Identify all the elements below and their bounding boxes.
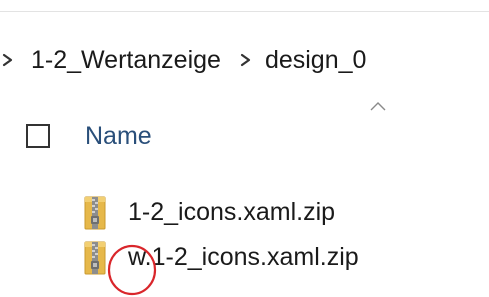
chevron-right-icon[interactable] xyxy=(0,40,19,80)
file-row-w-icons-xaml-zip[interactable]: w.1-2_icons.xaml.zip xyxy=(84,235,359,280)
column-header-row: Name xyxy=(26,118,152,154)
zip-folder-icon xyxy=(84,241,106,275)
file-list: 1-2_icons.xaml.zip w.1-2_icons.xaml.zip xyxy=(84,190,359,280)
sort-ascending-icon xyxy=(370,102,386,111)
file-name: 1-2_icons.xaml.zip xyxy=(128,198,336,226)
breadcrumb-item-wertanzeige[interactable]: 1-2_Wertanzeige xyxy=(29,46,223,75)
file-name: w.1-2_icons.xaml.zip xyxy=(128,243,359,271)
column-header-name[interactable]: Name xyxy=(85,122,152,151)
file-row-icons-xaml-zip[interactable]: 1-2_icons.xaml.zip xyxy=(84,190,359,235)
breadcrumb-item-design-0[interactable]: design_0 xyxy=(263,46,368,75)
top-divider xyxy=(0,11,489,12)
chevron-right-icon[interactable] xyxy=(233,40,259,80)
zip-folder-icon xyxy=(84,196,106,230)
breadcrumb: 1-2_Wertanzeige design_0 xyxy=(0,40,368,80)
select-all-checkbox[interactable] xyxy=(26,124,50,148)
